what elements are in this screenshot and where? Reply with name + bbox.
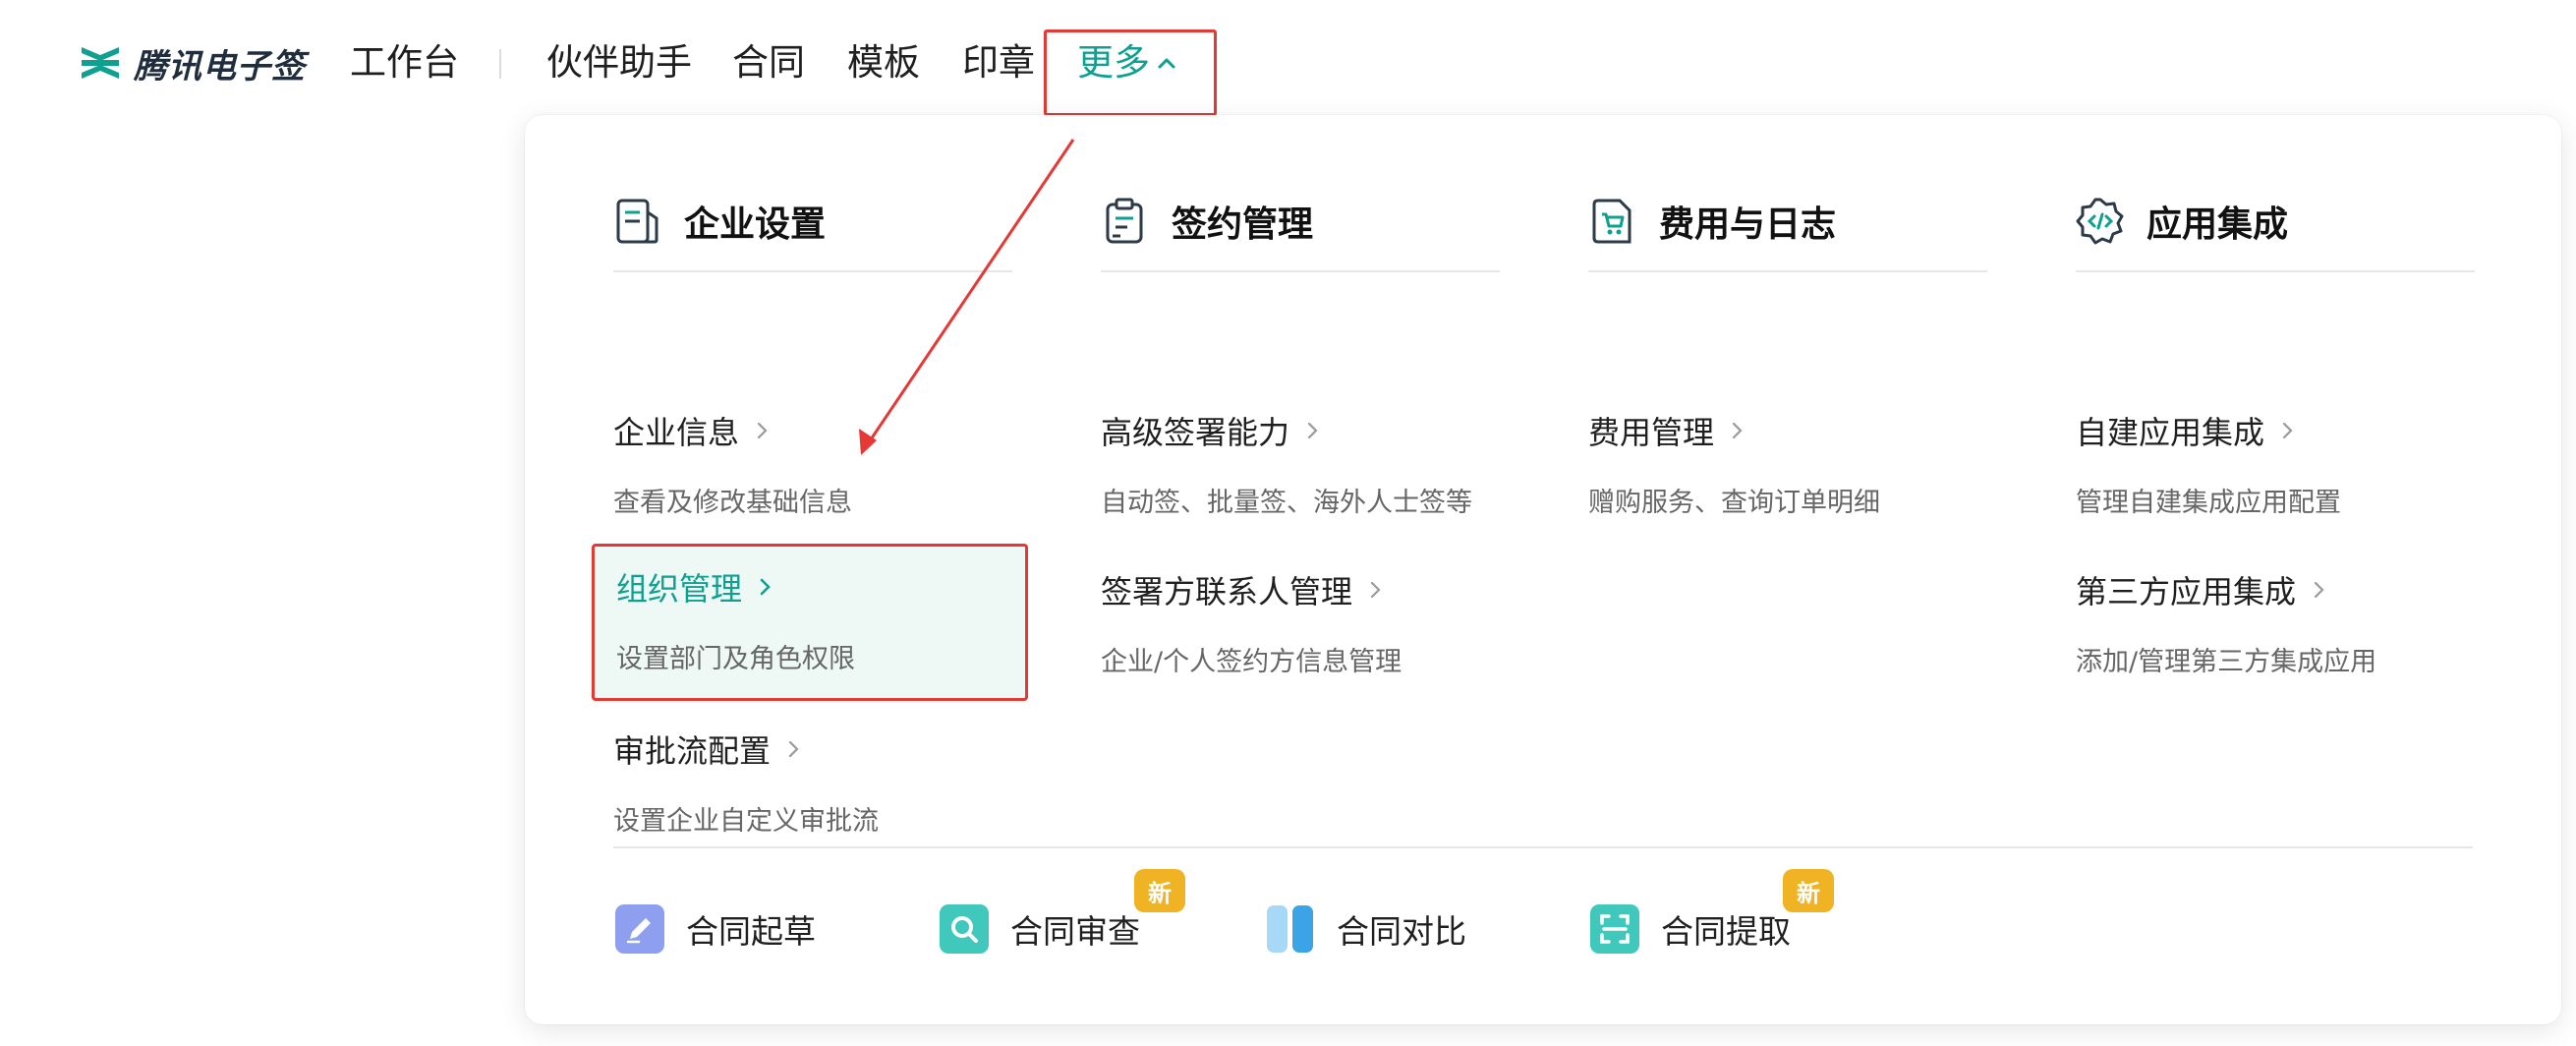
scan-extract-icon <box>1590 904 1639 954</box>
brand-name: 腾讯电子签 <box>134 46 306 87</box>
pen-draft-icon <box>615 904 664 954</box>
menu-item-desc: 赠购服务、查询订单明细 <box>1588 488 1880 518</box>
nav-divider <box>499 49 501 79</box>
menu-item-title: 审批流配置 <box>613 732 772 770</box>
chevron-right-icon <box>788 740 799 758</box>
menu-column-app-integration: 应用集成 自建应用集成 管理自建集成应用配置 第三方应用集成 添加/管理第三方集… <box>2076 192 2475 677</box>
menu-item-title: 自建应用集成 <box>2076 414 2265 451</box>
more-dropdown-panel: 企业设置 企业信息 查看及修改基础信息 组织管理 设置部门及角色权限 审批流配置… <box>525 115 2561 1024</box>
code-gear-icon <box>2076 198 2124 245</box>
menu-item-third-party-integration[interactable]: 第三方应用集成 添加/管理第三方集成应用 <box>2076 567 2469 678</box>
enterprise-doc-icon <box>616 199 658 244</box>
column-divider <box>1101 270 1500 272</box>
chevron-right-icon <box>1307 422 1318 439</box>
menu-item-title: 组织管理 <box>616 570 743 608</box>
chevron-right-icon <box>760 578 771 596</box>
column-title: 企业设置 <box>684 204 827 245</box>
chevron-right-icon <box>2314 581 2324 599</box>
chevron-right-icon <box>1732 422 1743 439</box>
tool-contract-review[interactable]: 合同审查 <box>940 901 1140 957</box>
column-divider <box>613 270 1012 272</box>
nav-more-label: 更多 <box>1077 41 1150 84</box>
menu-item-desc: 查看及修改基础信息 <box>613 488 852 518</box>
tool-label: 合同审查 <box>1010 912 1140 951</box>
tool-label: 合同对比 <box>1337 912 1466 951</box>
menu-item-desc: 管理自建集成应用配置 <box>2076 488 2341 518</box>
column-divider <box>1588 270 1987 272</box>
brand-logo[interactable]: 腾讯电子签 <box>79 39 306 87</box>
menu-column-signing-management: 签约管理 高级签署能力 自动签、批量签、海外人士签等 签署方联系人管理 企业/个… <box>1101 192 1500 677</box>
column-title: 签约管理 <box>1172 204 1314 245</box>
menu-item-desc: 自动签、批量签、海外人士签等 <box>1101 488 1472 518</box>
clipboard-sign-icon <box>1106 198 1143 244</box>
compare-columns-icon <box>1267 905 1313 953</box>
tools-divider <box>613 846 2473 848</box>
column-title: 费用与日志 <box>1659 204 1837 245</box>
menu-column-enterprise-settings: 企业设置 企业信息 查看及修改基础信息 组织管理 设置部门及角色权限 审批流配置… <box>592 192 1028 837</box>
menu-item-desc: 设置部门及角色权限 <box>616 644 855 674</box>
column-header: 费用与日志 <box>1588 192 1987 251</box>
menu-item-approval-flow[interactable]: 审批流配置 设置企业自定义审批流 <box>613 726 1006 838</box>
nav-template[interactable]: 模板 <box>847 37 920 88</box>
column-header: 签约管理 <box>1101 192 1500 251</box>
menu-item-title: 第三方应用集成 <box>2076 573 2297 610</box>
tencent-esign-logo-icon <box>82 47 119 79</box>
new-badge: 新 <box>1134 869 1185 912</box>
menu-item-enterprise-info[interactable]: 企业信息 查看及修改基础信息 <box>613 408 1006 519</box>
menu-item-title: 企业信息 <box>613 414 740 451</box>
tool-label: 合同提取 <box>1661 912 1791 951</box>
chevron-right-icon <box>2282 422 2293 439</box>
cart-bill-icon <box>1592 199 1631 244</box>
tool-contract-extract[interactable]: 合同提取 <box>1590 901 1791 957</box>
menu-item-organization-management[interactable]: 组织管理 设置部门及角色权限 <box>592 544 1028 701</box>
column-header: 企业设置 <box>613 192 1012 251</box>
menu-item-custom-app-integration[interactable]: 自建应用集成 管理自建集成应用配置 <box>2076 408 2469 519</box>
column-title: 应用集成 <box>2147 204 2289 245</box>
menu-item-title: 签署方联系人管理 <box>1101 573 1353 610</box>
new-badge: 新 <box>1783 869 1834 912</box>
nav-more[interactable]: 更多 <box>1077 37 1177 88</box>
chevron-right-icon <box>1370 581 1381 599</box>
menu-item-signer-contacts[interactable]: 签署方联系人管理 企业/个人签约方信息管理 <box>1101 567 1494 678</box>
column-header: 应用集成 <box>2076 192 2475 251</box>
menu-item-advanced-signing[interactable]: 高级签署能力 自动签、批量签、海外人士签等 <box>1101 408 1494 519</box>
menu-item-title: 高级签署能力 <box>1101 414 1290 451</box>
top-navigation-bar: 腾讯电子签 工作台 伙伴助手 合同 模板 印章 更多 <box>0 0 2576 126</box>
nav-partner-assistant[interactable]: 伙伴助手 <box>546 37 692 88</box>
nav-seal[interactable]: 印章 <box>962 37 1035 88</box>
nav-contract[interactable]: 合同 <box>732 37 805 88</box>
magnifier-review-icon <box>940 904 989 954</box>
menu-item-cost-management[interactable]: 费用管理 赠购服务、查询订单明细 <box>1588 408 1981 519</box>
tool-label: 合同起草 <box>686 912 816 951</box>
menu-item-desc: 添加/管理第三方集成应用 <box>2076 647 2377 677</box>
menu-column-billing-logs: 费用与日志 费用管理 赠购服务、查询订单明细 <box>1588 192 1987 518</box>
column-divider <box>2076 270 2475 272</box>
tool-contract-draft[interactable]: 合同起草 <box>615 901 816 957</box>
menu-item-desc: 企业/个人签约方信息管理 <box>1101 647 1402 677</box>
chevron-right-icon <box>757 422 768 439</box>
menu-item-title: 费用管理 <box>1588 414 1715 451</box>
menu-item-desc: 设置企业自定义审批流 <box>613 806 879 837</box>
tool-contract-compare[interactable]: 合同对比 <box>1266 901 1466 957</box>
nav-workbench[interactable]: 工作台 <box>350 37 459 88</box>
chevron-up-icon <box>1158 58 1175 69</box>
